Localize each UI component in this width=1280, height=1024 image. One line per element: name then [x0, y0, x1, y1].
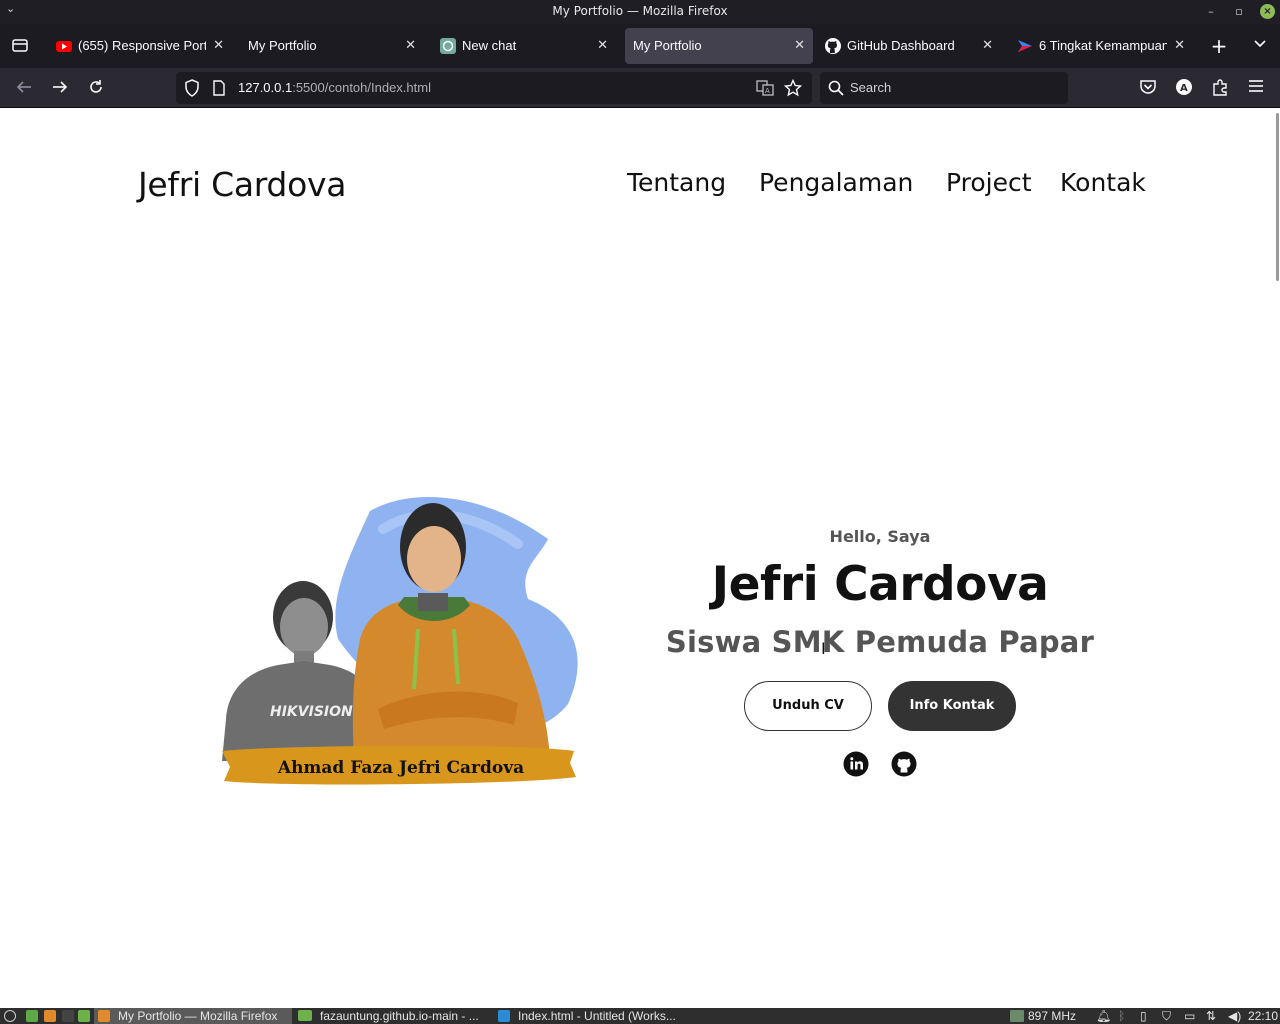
tab-my-portfolio[interactable]: My Portfolio ✕	[240, 28, 424, 64]
account-avatar-icon[interactable]: A	[1173, 78, 1195, 98]
nav-link-pengalaman[interactable]: Pengalaman	[759, 168, 913, 197]
hero-name: Jefri Cardova	[711, 557, 1049, 612]
text-cursor-icon: I	[821, 639, 826, 658]
network-icon[interactable]: ⇅	[1206, 1008, 1216, 1024]
nav-link-tentang[interactable]: Tentang	[627, 168, 726, 197]
tab-close-icon[interactable]: ✕	[213, 37, 224, 53]
github-icon	[825, 38, 841, 54]
vscode-icon	[498, 1010, 510, 1022]
tab-strip: (655) Responsive Portfolio ✕ My Portfoli…	[0, 24, 1280, 68]
translate-icon[interactable]: A	[756, 80, 774, 100]
pocket-icon[interactable]	[1137, 78, 1159, 98]
tab-label: GitHub Dashboard	[847, 38, 955, 53]
forward-icon[interactable]	[49, 78, 71, 98]
hero-subtitle: Siswa SMK Pemuda Papar	[665, 625, 1095, 659]
tracking-shield-icon[interactable]	[184, 79, 200, 101]
firefox-launcher-icon[interactable]	[44, 1010, 56, 1022]
tab-github-dashboard[interactable]: GitHub Dashboard ✕	[817, 28, 1001, 64]
contact-info-button[interactable]: Info Kontak	[888, 681, 1016, 731]
tab-close-icon[interactable]: ✕	[1174, 37, 1185, 53]
task-label: fazauntung.github.io-main - ...	[320, 1009, 479, 1023]
bookmark-star-icon[interactable]	[783, 78, 803, 101]
taskbar-task-firefox[interactable]: My Portfolio — Mozilla Firefox	[94, 1008, 292, 1024]
clipboard-icon[interactable]: ▯	[1140, 1008, 1147, 1024]
nav-link-project[interactable]: Project	[946, 168, 1032, 197]
svg-text:A: A	[765, 87, 770, 95]
maximize-icon[interactable]: ▫	[1231, 4, 1247, 20]
cpu-monitor-icon	[1010, 1010, 1024, 1022]
firefox-icon	[98, 1010, 110, 1022]
tab-label: New chat	[462, 38, 517, 53]
volume-icon[interactable]: ◀)	[1228, 1008, 1241, 1024]
nav-link-kontak[interactable]: Kontak	[1060, 168, 1146, 197]
scrollbar-thumb[interactable]	[1276, 113, 1279, 281]
minimize-icon[interactable]: –	[1203, 4, 1219, 20]
download-cv-button[interactable]: Unduh CV	[744, 681, 872, 731]
cpu-frequency: 897 MHz	[1028, 1009, 1077, 1023]
bookmark-icon	[1017, 38, 1033, 54]
app-menu-icon[interactable]	[1245, 78, 1267, 98]
navigation-toolbar: 127.0.0.1:5500/contoh/Index.html A Searc…	[0, 68, 1280, 108]
tab-close-icon[interactable]: ✕	[405, 37, 416, 53]
shirt-logo: HIKVISION	[270, 704, 353, 720]
svg-text:A: A	[1180, 83, 1188, 94]
tab-label: 6 Tingkat Kemampuan B	[1039, 38, 1167, 53]
folder-icon	[298, 1010, 312, 1021]
tab-label: My Portfolio	[248, 38, 317, 53]
search-placeholder: Search	[850, 80, 892, 95]
files-launcher-icon[interactable]	[78, 1010, 90, 1022]
site-logo[interactable]: Jefri Cardova	[138, 165, 346, 204]
tab-close-icon[interactable]: ✕	[982, 37, 993, 53]
taskbar-task-files[interactable]: fazauntung.github.io-main - ...	[294, 1008, 494, 1024]
youtube-icon	[56, 38, 72, 54]
url-bar[interactable]: 127.0.0.1:5500/contoh/Index.html A	[176, 72, 812, 104]
os-taskbar: My Portfolio — Mozilla Firefox fazauntun…	[0, 1008, 1280, 1024]
update-shield-icon[interactable]: ⛉	[1162, 1008, 1171, 1024]
chatgpt-icon	[440, 38, 456, 54]
new-tab-icon[interactable]: +	[1209, 36, 1229, 56]
search-icon	[828, 80, 844, 100]
reload-icon[interactable]	[85, 78, 107, 98]
page-info-icon[interactable]	[212, 80, 226, 100]
profile-illustration: HIKVISION Ahmad Faza Jefri Cardova	[222, 496, 578, 785]
bluetooth-icon[interactable]: ᛒ	[1118, 1008, 1125, 1024]
url-host: 127.0.0.1	[238, 80, 293, 95]
search-bar[interactable]: Search	[820, 72, 1068, 104]
linkedin-icon[interactable]	[843, 751, 869, 777]
back-icon[interactable]	[13, 78, 35, 98]
taskbar-task-vscode[interactable]: Index.html - Untitled (Works...	[494, 1008, 704, 1024]
web-page: Jefri Cardova Tentang Pengalaman Project…	[0, 109, 1280, 1008]
tab-new-chat[interactable]: New chat ✕	[432, 28, 616, 64]
tab-my-portfolio-active[interactable]: My Portfolio ✕	[625, 28, 813, 64]
show-desktop-icon[interactable]	[26, 1010, 38, 1022]
display-icon[interactable]: ▭	[1184, 1008, 1195, 1024]
url-path: :5500/contoh/Index.html	[292, 80, 431, 95]
terminal-launcher-icon[interactable]	[62, 1010, 74, 1022]
github-icon[interactable]	[891, 751, 917, 777]
list-all-tabs-icon[interactable]	[1250, 36, 1270, 56]
notification-bell-icon[interactable]: 🔔︎	[1096, 1008, 1111, 1024]
task-label: Index.html - Untitled (Works...	[518, 1009, 676, 1023]
tab-close-icon[interactable]: ✕	[794, 37, 805, 53]
page-scrollbar[interactable]	[1274, 109, 1280, 1008]
clock: 22:10	[1248, 1009, 1279, 1023]
window-title: My Portfolio — Mozilla Firefox	[552, 4, 728, 18]
start-menu-icon[interactable]	[4, 1010, 16, 1022]
tab-kemampuan[interactable]: 6 Tingkat Kemampuan B ✕	[1009, 28, 1193, 64]
url-text[interactable]: 127.0.0.1:5500/contoh/Index.html	[238, 80, 431, 95]
tab-label: My Portfolio	[633, 38, 702, 53]
banner-name: Ahmad Faza Jefri Cardova	[277, 758, 524, 778]
window-titlebar: ⌄ My Portfolio — Mozilla Firefox – ▫ ×	[0, 0, 1280, 24]
tab-label: (655) Responsive Portfolio	[78, 38, 206, 53]
tab-youtube[interactable]: (655) Responsive Portfolio ✕	[48, 28, 232, 64]
tab-close-icon[interactable]: ✕	[597, 37, 608, 53]
close-window-icon[interactable]: ×	[1260, 4, 1275, 19]
extensions-icon[interactable]	[1209, 78, 1231, 98]
task-label: My Portfolio — Mozilla Firefox	[118, 1009, 278, 1023]
firefox-view-icon[interactable]	[10, 36, 30, 56]
hero-greeting: Hello, Saya	[829, 527, 931, 546]
